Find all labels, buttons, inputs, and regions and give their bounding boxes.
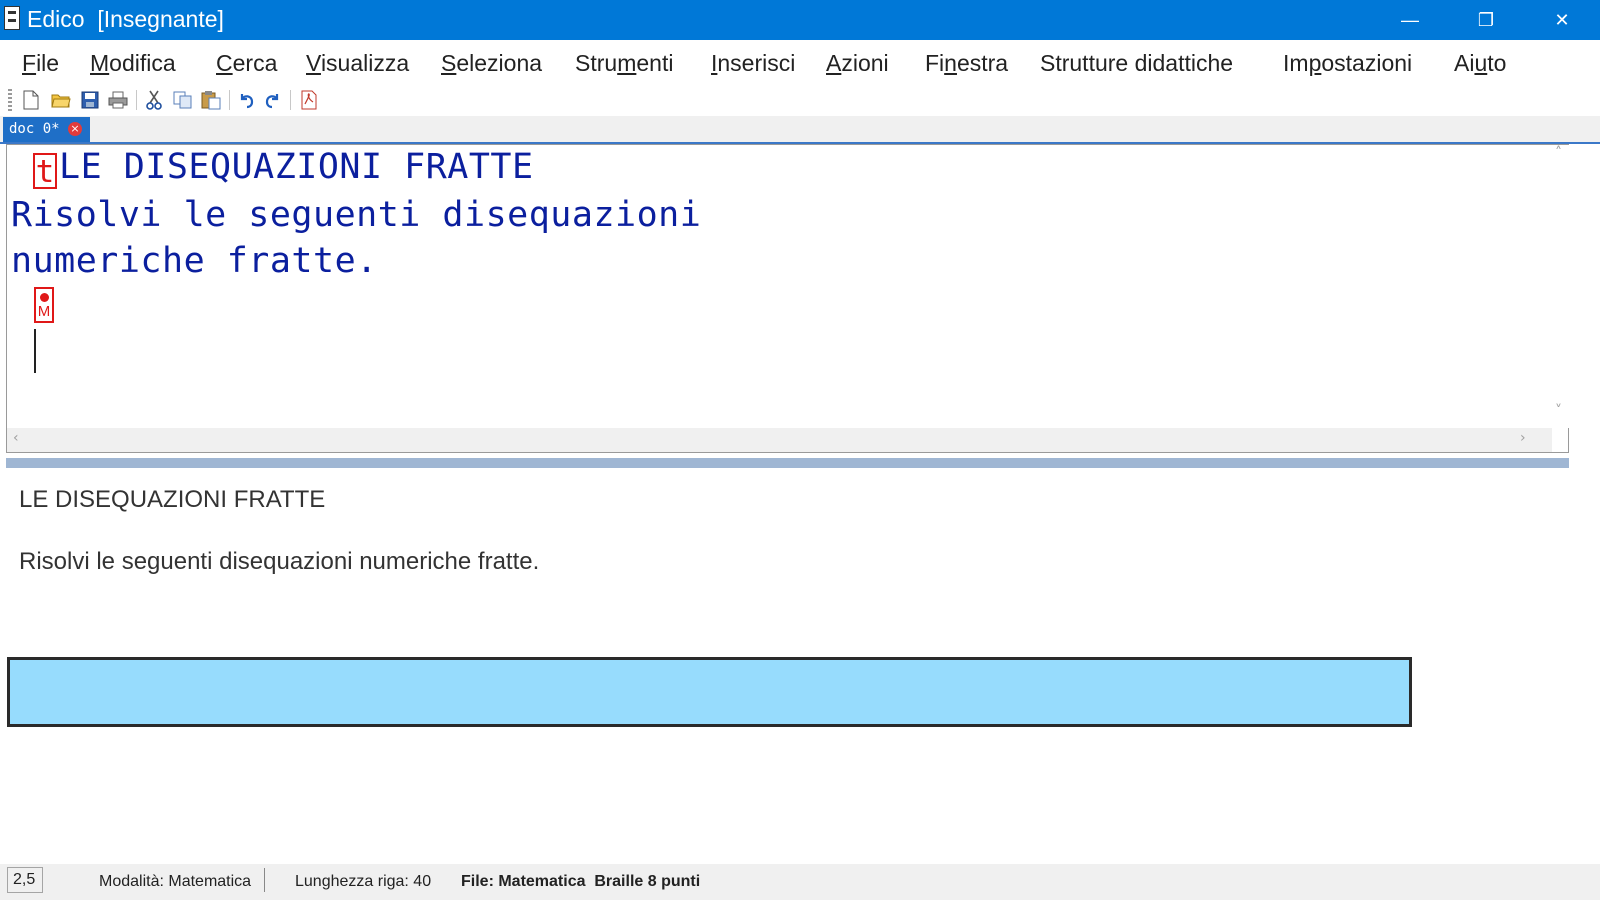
menu-file[interactable]: File (22, 50, 59, 77)
document-tab-strip: doc 0* × (0, 116, 1600, 144)
preview-paragraph: Risolvi le seguenti disequazioni numeric… (19, 548, 540, 575)
tab-label: doc 0* (9, 121, 60, 137)
menu-strumenti[interactable]: Strumenti (575, 50, 673, 77)
toolbar-grip[interactable] (8, 89, 12, 111)
menu-cerca[interactable]: Cerca (216, 50, 277, 77)
horizontal-scrollbar[interactable]: ‹ › (7, 428, 1552, 452)
cursor-position: 2,5 (7, 867, 43, 893)
math-formula-box[interactable] (7, 657, 1412, 727)
editor-line-title: LE DISEQUAZIONI FRATTE (59, 147, 534, 187)
cut-icon[interactable] (143, 89, 165, 111)
menu-aiuto[interactable]: Aiuto (1454, 50, 1506, 77)
minimize-button[interactable]: — (1372, 0, 1448, 40)
scroll-down-icon[interactable]: ˅ (1555, 403, 1562, 419)
menu-impostazioni[interactable]: Impostazioni (1283, 50, 1412, 77)
menu-visualizza[interactable]: Visualizza (306, 50, 409, 77)
tab-close-icon[interactable]: × (68, 122, 82, 136)
toolbar (0, 86, 1600, 116)
scroll-up-icon[interactable]: ˄ (1555, 145, 1562, 161)
menu-seleziona[interactable]: Seleziona (441, 50, 542, 77)
restore-button[interactable]: ❐ (1448, 0, 1524, 40)
scroll-right-icon[interactable]: › (1520, 430, 1526, 446)
pane-splitter[interactable] (6, 458, 1569, 468)
save-icon[interactable] (79, 89, 101, 111)
scroll-left-icon[interactable]: ‹ (13, 430, 19, 446)
close-button[interactable]: ✕ (1524, 0, 1600, 40)
open-folder-icon[interactable] (50, 89, 72, 111)
toolbar-separator (136, 90, 137, 110)
menu-strutture-didattiche[interactable]: Strutture didattiche (1040, 50, 1233, 77)
paste-icon[interactable] (200, 89, 222, 111)
text-caret (34, 329, 36, 373)
braille-editor[interactable]: t LE DISEQUAZIONI FRATTE Risolvi le segu… (6, 144, 1569, 453)
text-preview-pane: LE DISEQUAZIONI FRATTE Risolvi le seguen… (6, 468, 1569, 864)
toolbar-separator (290, 90, 291, 110)
undo-icon[interactable] (235, 89, 257, 111)
status-file: File: Matematica Braille 8 punti (461, 873, 701, 890)
print-icon[interactable] (107, 89, 129, 111)
menu-finestra[interactable]: Finestra (925, 50, 1008, 77)
status-divider (264, 868, 265, 892)
new-document-icon[interactable] (20, 89, 42, 111)
copy-icon[interactable] (172, 89, 194, 111)
title-bar: Edico [Insegnante] — ❐ ✕ (0, 0, 1600, 40)
title-marker: t (33, 153, 57, 189)
preview-title: LE DISEQUAZIONI FRATTE (19, 486, 326, 513)
menu-inserisci[interactable]: Inserisci (711, 50, 795, 77)
app-icon (4, 6, 20, 30)
status-mode: Modalità: Matematica (99, 873, 252, 890)
redo-icon[interactable] (262, 89, 284, 111)
editor-line-2: Risolvi le seguenti disequazioni (11, 195, 702, 235)
math-marker-icon: M (34, 287, 54, 323)
editor-line-3: numeriche fratte. (11, 241, 378, 281)
menu-azioni[interactable]: Azioni (826, 50, 889, 77)
status-bar: 2,5 Modalità: Matematica Lunghezza riga:… (0, 864, 1600, 900)
window-title: Edico [Insegnante] (27, 6, 224, 32)
vertical-scrollbar[interactable]: ˄ ˅ (1552, 145, 1569, 428)
pdf-icon[interactable] (298, 89, 320, 111)
menu-bar: File Modifica Cerca Visualizza Seleziona… (0, 40, 1600, 86)
toolbar-separator (229, 90, 230, 110)
menu-modifica[interactable]: Modifica (90, 50, 176, 77)
status-line-length: Lunghezza riga: 40 (295, 873, 432, 890)
